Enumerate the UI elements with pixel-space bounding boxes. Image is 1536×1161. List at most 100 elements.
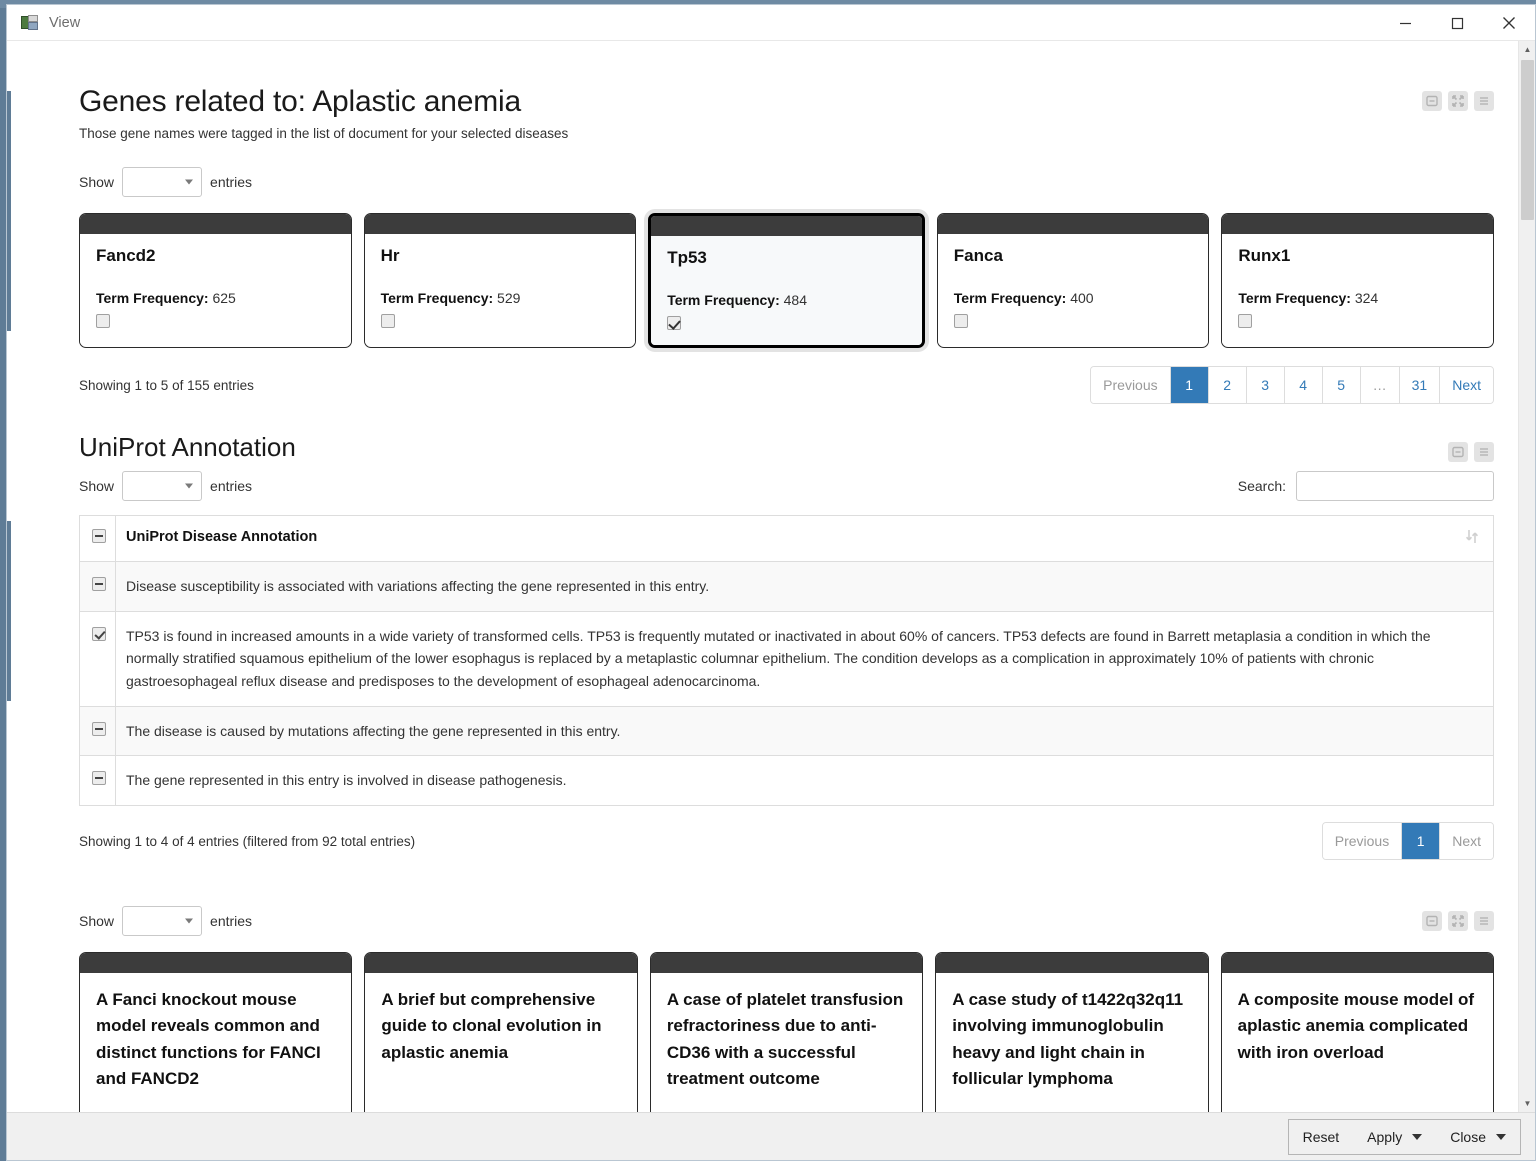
gene-term-frequency: Term Frequency: 529	[381, 290, 620, 306]
document-card[interactable]: A case of platelet transfusion refractor…	[649, 952, 924, 1112]
chevron-down-icon	[185, 918, 194, 924]
maximize-icon[interactable]	[1431, 5, 1483, 41]
pagination-page-1[interactable]: 1	[1402, 823, 1441, 860]
row-select-cell[interactable]	[79, 755, 116, 806]
chevron-down-icon	[185, 179, 194, 185]
card-header-bar	[1222, 214, 1493, 234]
row-checkbox[interactable]	[92, 577, 106, 591]
gene-select-checkbox[interactable]	[380, 314, 395, 328]
gene-select-checkbox[interactable]	[667, 316, 682, 330]
chevron-down-icon	[185, 483, 194, 489]
card-header-bar	[937, 214, 1209, 234]
menu-box-icon[interactable]	[1474, 911, 1494, 932]
gene-select-checkbox[interactable]	[96, 314, 110, 328]
gene-card[interactable]: Runx1 Term Frequency: 324	[1221, 213, 1494, 348]
gene-term-frequency: Term Frequency: 400	[954, 290, 1193, 306]
gene-name: Tp53	[667, 248, 707, 267]
entries-label: entries	[210, 913, 253, 930]
expand-box-icon[interactable]	[1448, 911, 1468, 932]
gene-card[interactable]: Hr Term Frequency: 529	[363, 213, 637, 348]
document-card[interactable]: A brief but comprehensive guide to clona…	[364, 952, 638, 1112]
minimize-box-icon[interactable]	[1422, 911, 1442, 932]
table-row[interactable]: The gene represented in this entry is in…	[79, 755, 1494, 806]
document-card[interactable]: A Fanci knockout mouse model reveals com…	[79, 952, 353, 1112]
column-header-annotation[interactable]: UniProt Disease Annotation	[115, 515, 1494, 562]
sort-icon[interactable]	[1465, 529, 1479, 548]
row-select-cell[interactable]	[79, 706, 116, 757]
page-title: Genes related to: Aplastic anemia	[79, 85, 521, 118]
uniprot-show-entries: Show entries	[79, 471, 252, 501]
minimize-icon[interactable]	[1379, 5, 1431, 41]
table-row[interactable]: Disease susceptibility is associated wit…	[79, 561, 1494, 612]
table-row[interactable]: TP53 is found in increased amounts in a …	[79, 611, 1494, 707]
document-title: A Fanci knockout mouse model reveals com…	[96, 990, 321, 1089]
window-title: View	[49, 14, 81, 31]
documents-entries-select[interactable]	[122, 906, 203, 937]
row-select-cell[interactable]	[79, 611, 116, 707]
scroll-up-icon[interactable]: ▲	[1519, 41, 1535, 58]
pagination-page-1[interactable]: 1	[1170, 367, 1209, 403]
card-header-bar	[80, 214, 351, 234]
pagination-previous[interactable]: Previous	[1091, 367, 1171, 403]
uniprot-section-header: UniProt Annotation	[79, 432, 1494, 463]
term-frequency-value: 400	[1070, 290, 1094, 306]
chevron-down-icon[interactable]	[1412, 1133, 1423, 1140]
search-input[interactable]	[1296, 471, 1494, 501]
scroll-down-icon[interactable]: ▼	[1519, 1095, 1535, 1112]
table-row[interactable]: The disease is caused by mutations affec…	[79, 706, 1494, 757]
document-card[interactable]: A composite mouse model of aplastic anem…	[1220, 952, 1495, 1112]
close-button-label: Close	[1450, 1128, 1486, 1145]
row-checkbox[interactable]	[92, 626, 106, 641]
documents-controls-row: Show entries	[79, 906, 1494, 937]
term-frequency-label: Term Frequency:	[953, 290, 1067, 306]
row-checkbox[interactable]	[92, 721, 106, 736]
scrollbar-thumb[interactable]	[1521, 60, 1534, 220]
pagination-previous[interactable]: Previous	[1322, 823, 1403, 860]
menu-box-icon[interactable]	[1474, 442, 1494, 462]
pagination-page-31[interactable]: 31	[1399, 367, 1441, 403]
pagination-page-3[interactable]: 3	[1246, 367, 1285, 403]
vertical-scrollbar[interactable]: ▲ ▼	[1518, 41, 1535, 1112]
gene-select-checkbox[interactable]	[1238, 314, 1253, 328]
card-header-bar	[365, 953, 637, 974]
uniprot-section-tools	[1448, 442, 1494, 462]
annotation-text: The gene represented in this entry is in…	[126, 772, 567, 789]
left-gutter	[7, 41, 19, 1112]
row-checkbox[interactable]	[92, 771, 106, 786]
row-select-cell[interactable]	[79, 561, 116, 612]
gene-select-checkbox[interactable]	[953, 314, 968, 328]
pagination-next[interactable]: Next	[1440, 367, 1493, 403]
gene-name: Hr	[380, 246, 400, 265]
close-button[interactable]: Close	[1436, 1120, 1520, 1154]
apply-button[interactable]: Apply	[1353, 1120, 1436, 1154]
show-label: Show	[79, 174, 115, 190]
minimize-box-icon[interactable]	[1422, 91, 1442, 111]
bottom-toolbar: Reset Apply Close	[7, 1112, 1535, 1160]
pagination-next[interactable]: Next	[1440, 823, 1493, 860]
gene-card[interactable]: Fancd2 Term Frequency: 625	[79, 213, 352, 348]
genes-entries-select[interactable]	[122, 167, 203, 197]
document-card[interactable]: A case study of t1422q32q11 involving im…	[935, 952, 1209, 1112]
select-all-checkbox[interactable]	[92, 529, 106, 543]
genes-pagination: Previous 1 2 3 4 5 … 31 Next	[1090, 366, 1494, 404]
chevron-down-icon[interactable]	[1496, 1133, 1506, 1140]
close-icon[interactable]	[1483, 5, 1535, 41]
scroll-content: Genes related to: Aplastic anemia Those …	[19, 41, 1518, 1112]
document-title: A case of platelet transfusion refractor…	[666, 990, 904, 1089]
gene-card-selected[interactable]: Tp53 Term Frequency: 484	[648, 213, 925, 348]
select-all-cell[interactable]	[79, 515, 116, 562]
gene-card[interactable]: Fanca Term Frequency: 400	[936, 213, 1210, 348]
window-title-bar: View	[7, 5, 1535, 41]
menu-box-icon[interactable]	[1474, 91, 1494, 111]
minimize-box-icon[interactable]	[1448, 442, 1468, 462]
uniprot-search-row: Search:	[1238, 471, 1494, 501]
term-frequency-label: Term Frequency:	[667, 292, 780, 308]
uniprot-entries-select[interactable]	[122, 471, 203, 501]
genes-section-header: Genes related to: Aplastic anemia Those …	[79, 41, 1494, 141]
pagination-page-5[interactable]: 5	[1322, 367, 1361, 403]
pagination-page-2[interactable]: 2	[1208, 367, 1247, 403]
reset-button[interactable]: Reset	[1289, 1120, 1354, 1154]
term-frequency-value: 625	[212, 290, 236, 306]
expand-box-icon[interactable]	[1448, 91, 1468, 111]
pagination-page-4[interactable]: 4	[1284, 367, 1323, 403]
